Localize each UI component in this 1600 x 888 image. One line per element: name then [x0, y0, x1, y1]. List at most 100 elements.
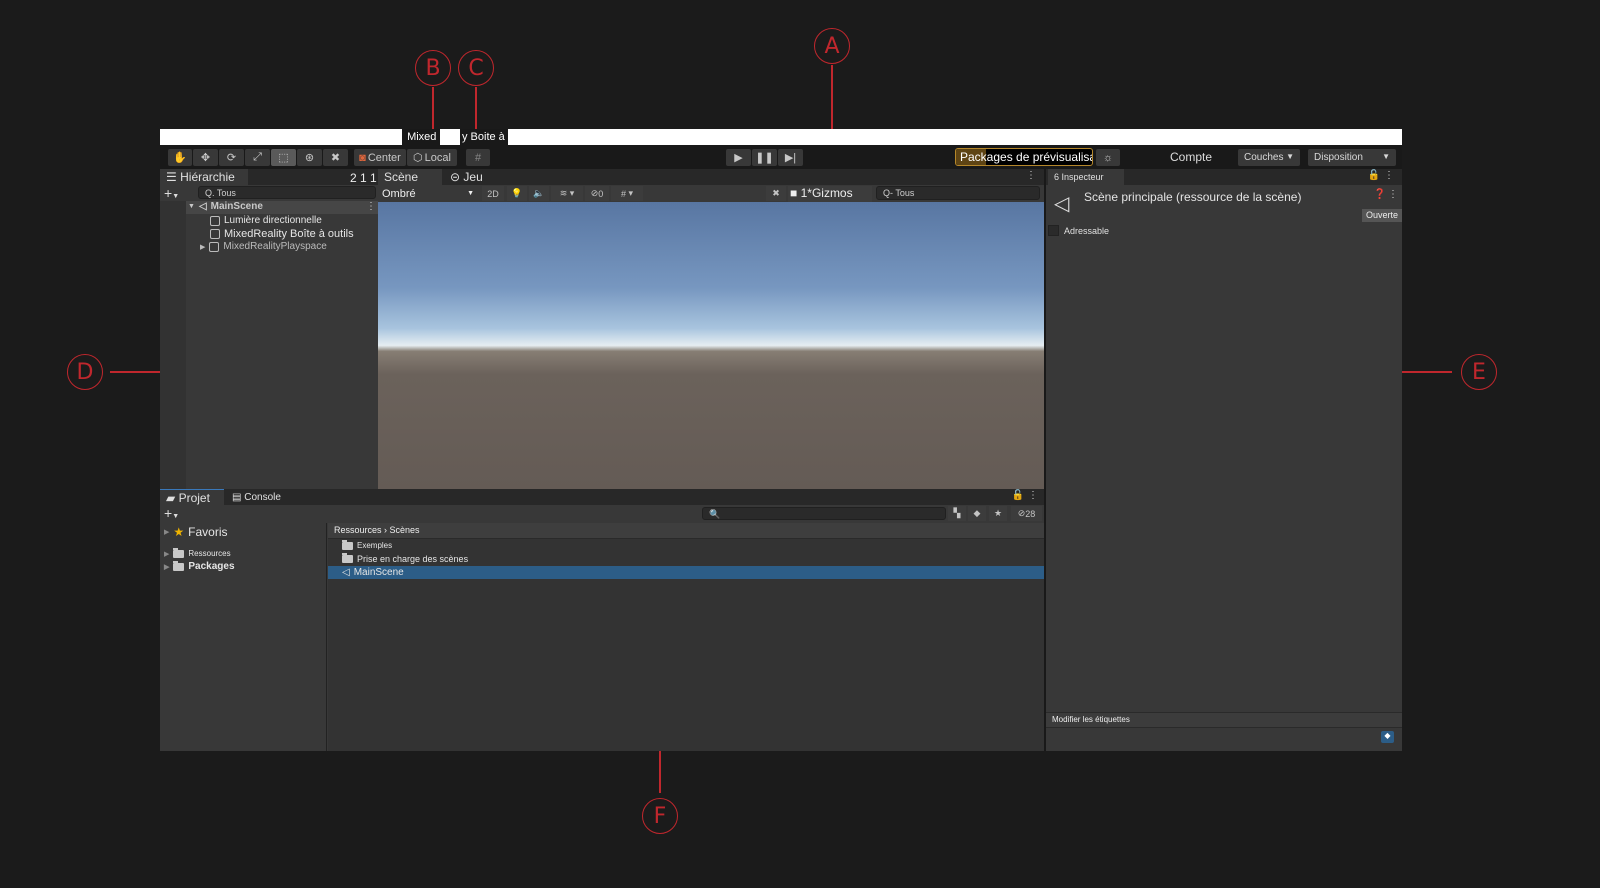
play-icon: ▶ [734, 152, 743, 164]
unity-scene-icon: ◁ [342, 567, 350, 578]
callout-b: B [415, 50, 451, 86]
lock-icon[interactable]: 🔓 [1368, 170, 1380, 181]
expand-arrow-icon: ▶ [164, 529, 170, 536]
breadcrumb[interactable]: Ressources › Scènes [334, 525, 420, 535]
panel-menu-icon[interactable]: ⋮ [1384, 170, 1394, 181]
chevron-down-icon: ▼ [467, 190, 474, 197]
tab-project[interactable]: ▰ Projet [160, 489, 224, 505]
grid-dropdown[interactable]: # ▾ [611, 186, 643, 201]
scale-tool-button[interactable]: ⤢ [245, 149, 270, 166]
chevron-down-icon: ▼ [1286, 152, 1294, 161]
tab-inspector[interactable]: 6 Inspecteur [1048, 169, 1124, 185]
shading-mode-dropdown[interactable]: Ombré ▼ [382, 188, 474, 200]
hidden-packages-toggle[interactable]: ⊘ 28 [1011, 506, 1042, 521]
expand-arrow-icon: ▶ [164, 563, 170, 571]
folder-icon: ▰ [166, 491, 176, 505]
favorites-filter-button[interactable]: ★ [989, 506, 1007, 521]
scene-viewport[interactable] [378, 202, 1044, 489]
inspector-title: Scène principale (ressource de la scène) [1084, 190, 1302, 204]
tab-console[interactable]: ▤ Console [226, 489, 296, 505]
preview-packages-label: Packages de prévisualisation en cours d'… [960, 150, 1092, 164]
filter-by-type-button[interactable]: ▚ [948, 506, 966, 521]
scene-root-item[interactable]: ▼ ◁ MainScene [188, 201, 263, 212]
grid-snap-icon: # [474, 151, 482, 164]
tools-button[interactable]: ✖ [766, 186, 786, 201]
effects-icon: ≋ [559, 188, 568, 198]
cloud-button[interactable]: ☼ [1096, 149, 1120, 166]
pivot-local-button[interactable]: ⬡ Local [407, 149, 457, 166]
step-button[interactable]: ▶| [778, 149, 803, 166]
pause-icon: ❚❚ [755, 152, 774, 164]
unity-scene-icon: ◁ [198, 201, 207, 212]
panel-menu-icon[interactable]: ⋮ [1026, 170, 1036, 181]
file-item[interactable]: Prise en charge des scènes [342, 553, 468, 564]
hand-icon: ✋ [173, 152, 187, 164]
expand-arrow-icon: ▶ [164, 550, 170, 558]
folder-icon [342, 553, 353, 563]
addressable-checkbox[interactable] [1048, 225, 1059, 236]
preview-packages-badge[interactable]: Packages de prévisualisation en cours d'… [955, 148, 1093, 166]
layers-dropdown[interactable]: Couches ▼ [1238, 149, 1300, 166]
labels-section-header: Modifier les étiquettes [1052, 715, 1130, 724]
move-tool-button[interactable]: ✥ [193, 149, 218, 166]
star-icon: ★ [173, 525, 185, 539]
gizmos-dropdown[interactable]: ■ 1*Gizmos [788, 186, 872, 202]
layout-dropdown[interactable]: Disposition ▼ [1308, 149, 1396, 166]
unity-logo-icon: ◁ [1054, 193, 1070, 215]
hierarchy-item[interactable]: MixedReality Boîte à outils [210, 228, 354, 240]
effects-dropdown[interactable]: ≋ ▾ [551, 186, 583, 201]
pivot-center-button[interactable]: ◙ Center [354, 149, 406, 166]
pause-button[interactable]: ❚❚ [752, 149, 777, 166]
gamepad-icon: ⊝ [450, 170, 461, 184]
hand-tool-button[interactable]: ✋ [168, 149, 192, 166]
component-menu-icon[interactable]: ⋮ [1388, 189, 1398, 200]
file-item-selected[interactable] [328, 566, 1044, 579]
hierarchy-search-input[interactable]: Q. Tous [198, 186, 376, 199]
play-button[interactable]: ▶ [726, 149, 751, 166]
rotate-tool-button[interactable]: ⟳ [219, 149, 244, 166]
addressable-label: Adressable [1064, 226, 1110, 236]
create-asset-button[interactable]: +▼ [164, 505, 179, 521]
transform-tool-button[interactable]: ⊛ [297, 149, 322, 166]
console-icon: ▤ [232, 492, 242, 503]
favorites-item[interactable]: ▶ ★ Favoris [164, 525, 228, 539]
project-tree-item[interactable]: ▶ Ressources [164, 547, 231, 558]
file-item[interactable]: Exemples [342, 539, 392, 550]
project-panel: ▰ Projet ▤ Console 🔓 ⋮ +▼ 🔍 ▚ ◆ ★ ⊘ 28 ▶ ★… [160, 489, 1044, 751]
tag-icon[interactable]: ◆ [1381, 731, 1394, 743]
create-button[interactable]: +▼ [164, 185, 179, 201]
project-tree-item[interactable]: ▶ Packages [164, 560, 235, 572]
unity-editor-window: Mixed R y Boite à ✋ ✥ ⟳ ⤢ ⬚ ⊛ ✖ ◙ Center … [160, 129, 1402, 751]
tab-hierarchy[interactable]: ☰ Hiérarchie [160, 169, 248, 185]
help-icon[interactable]: ❓ [1374, 189, 1386, 200]
step-icon: ▶| [784, 152, 797, 164]
search-icon: 🔍 [709, 509, 721, 519]
hidden-objects-toggle[interactable]: ⊘ 0 [585, 186, 609, 201]
lock-icon[interactable]: 🔓 [1012, 490, 1024, 501]
hierarchy-panel: ☰ Hiérarchie +▼ Q. Tous ▼ ◁ MainScene ⋮ … [160, 169, 378, 489]
gameobject-icon [210, 229, 220, 239]
project-search-input[interactable]: 🔍 [702, 507, 946, 520]
lightbulb-icon: 💡 [511, 188, 523, 198]
audio-toggle[interactable]: 🔈 [529, 186, 549, 201]
hierarchy-item[interactable]: Lumière directionnelle [210, 215, 322, 226]
rect-icon: ⬚ [278, 152, 289, 164]
move-icon: ✥ [200, 152, 211, 164]
tab-game[interactable]: ⊝ Jeu [444, 169, 514, 185]
filter-by-label-button[interactable]: ◆ [968, 506, 986, 521]
grid-snap-button[interactable]: # [466, 149, 490, 166]
toggle-2d-button[interactable]: 2D [482, 186, 504, 201]
scene-menu-icon[interactable]: ⋮ [366, 201, 376, 212]
file-item[interactable]: ◁ MainScene [342, 567, 404, 578]
eye-slash-icon: ⊘ [590, 188, 599, 198]
eye-slash-icon: ⊘ [1017, 508, 1026, 518]
custom-tool-button[interactable]: ✖ [323, 149, 348, 166]
hierarchy-item[interactable]: ▶ MixedRealityPlayspace [200, 241, 327, 252]
scene-search-input[interactable]: Q- Tous [876, 186, 1040, 200]
rect-tool-button[interactable]: ⬚ [271, 149, 296, 166]
wrench-icon: ✖ [772, 188, 780, 198]
open-button[interactable]: Ouverte [1362, 209, 1402, 222]
account-dropdown[interactable]: Compte [1170, 150, 1212, 164]
panel-menu-icon[interactable]: ⋮ [1028, 490, 1038, 501]
lighting-toggle[interactable]: 💡 [507, 186, 527, 201]
